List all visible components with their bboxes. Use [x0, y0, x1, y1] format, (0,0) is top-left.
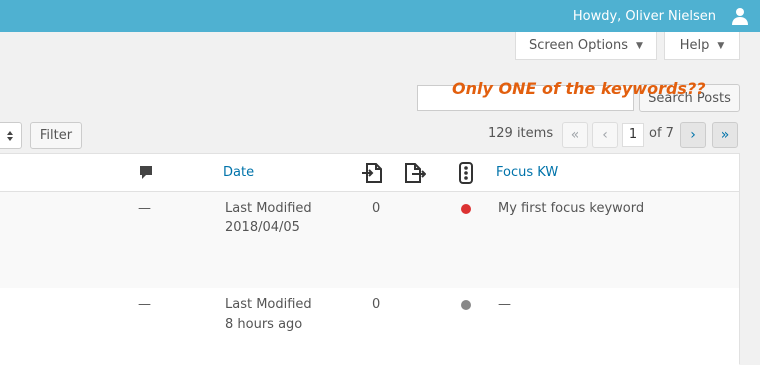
traffic-light-icon[interactable] — [458, 162, 474, 184]
internal-links-in-icon[interactable] — [361, 162, 383, 184]
current-page-input[interactable]: 1 — [622, 123, 644, 147]
focus-kw-column-header[interactable]: Focus KW — [496, 165, 558, 180]
seo-score-dot — [461, 204, 471, 214]
chevron-updown-icon — [7, 130, 13, 141]
date-value: 2018/04/05 — [225, 220, 300, 235]
last-page-button[interactable]: » — [712, 122, 738, 148]
date-column-header[interactable]: Date — [223, 165, 254, 180]
internal-links-out-icon[interactable] — [404, 162, 426, 184]
screen-options-button[interactable]: Screen Options ▼ — [515, 32, 657, 60]
comment-icon[interactable] — [139, 165, 153, 181]
user-icon[interactable] — [730, 6, 750, 26]
annotation-note: Only ONE of the keywords?? — [452, 79, 706, 98]
help-button[interactable]: Help ▼ — [664, 32, 740, 60]
comments-count: — — [138, 201, 151, 216]
links-count: 0 — [372, 297, 381, 312]
caret-down-icon: ▼ — [717, 40, 725, 51]
links-count: 0 — [372, 201, 381, 216]
focus-keyword: My first focus keyword — [498, 201, 645, 216]
screen-options-label: Screen Options — [529, 38, 629, 53]
comments-count: — — [138, 297, 151, 312]
total-pages: of 7 — [649, 126, 674, 141]
next-page-button[interactable]: › — [680, 122, 706, 148]
help-label: Help — [679, 38, 710, 53]
caret-down-icon: ▼ — [636, 40, 643, 51]
prev-page-button: ‹ — [592, 122, 618, 148]
table-row: — Last Modified 8 hours ago 0 — — [0, 288, 739, 365]
howdy-greeting[interactable]: Howdy, Oliver Nielsen — [573, 9, 716, 24]
first-page-button: « — [562, 122, 588, 148]
table-row: — Last Modified 2018/04/05 0 My first fo… — [0, 192, 739, 288]
date-value: 8 hours ago — [225, 317, 303, 332]
date-status: Last Modified — [225, 201, 312, 216]
admin-bar: Howdy, Oliver Nielsen — [0, 0, 760, 32]
focus-keyword: — — [498, 297, 511, 312]
date-status: Last Modified — [225, 297, 312, 312]
filter-button[interactable]: Filter — [30, 122, 82, 149]
posts-table: Date Focus KW — Last Modified 2018/04/05… — [0, 153, 740, 365]
filter-select[interactable] — [0, 122, 22, 149]
table-header: Date Focus KW — [0, 154, 739, 192]
seo-score-dot — [461, 300, 471, 310]
items-count: 129 items — [488, 126, 554, 141]
